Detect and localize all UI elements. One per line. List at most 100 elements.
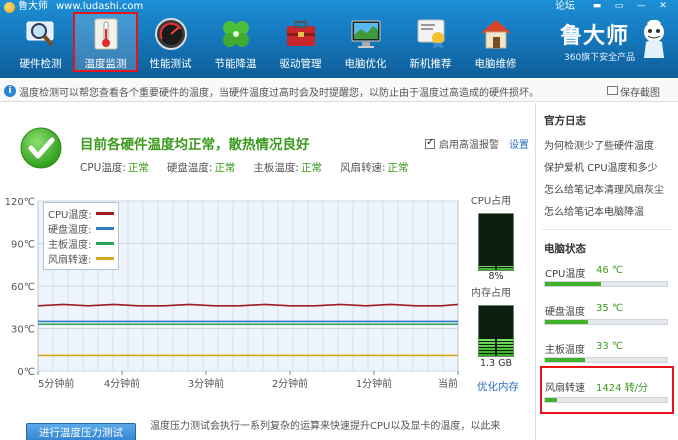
stat-bar-disk xyxy=(544,319,668,325)
log-link[interactable]: 怎么给笔记本电脑降温 xyxy=(544,203,644,218)
log-link[interactable]: 为何检测少了些硬件温度 xyxy=(544,137,654,152)
monitor-icon xyxy=(348,16,384,52)
window-controls: ▬ ▭ — ✕ xyxy=(588,1,672,12)
stat-label-board: 主板温度 xyxy=(545,345,585,356)
chart-legend: CPU温度: 硬盘温度: 主板温度: 风扇转速: xyxy=(43,202,119,270)
memory-usage-value: 1.3 GB xyxy=(479,358,512,369)
nav-label: 硬件检测 xyxy=(19,58,62,70)
nav-label: 电脑维修 xyxy=(474,58,517,70)
right-sidebar: 官方日志 为何检测少了些硬件温度 保护爱机 CPU温度和多少 怎么给笔记本清理风… xyxy=(535,103,678,440)
legend-swatch xyxy=(96,227,114,230)
brand-subtitle: 360旗下安全产品 xyxy=(564,53,636,63)
brand-name: 鲁大师 xyxy=(560,23,630,49)
optimize-memory-link[interactable]: 优化内存 xyxy=(477,379,519,394)
close-button[interactable]: ✕ xyxy=(654,1,672,12)
divider xyxy=(542,229,672,230)
stat-label-disk: 硬盘温度 xyxy=(545,307,585,318)
legend-item-cpu: CPU温度: xyxy=(48,206,114,221)
stat-bar-fill xyxy=(545,398,558,402)
nav-label: 温度监测 xyxy=(84,58,127,70)
minimize-button[interactable]: — xyxy=(632,1,650,12)
forum-link[interactable]: 论坛 xyxy=(555,0,575,13)
high-temp-alarm-toggle[interactable]: 启用高温报警 xyxy=(425,136,499,151)
cpu-usage-value: 8% xyxy=(488,271,504,282)
status-value-fan: 正常 xyxy=(387,162,409,174)
legend-swatch xyxy=(96,242,114,245)
stat-bar-fill xyxy=(545,358,586,362)
pc-status-title: 电脑状态 xyxy=(544,243,586,255)
y-tick-label: 0℃ xyxy=(17,367,35,378)
alarm-settings-link[interactable]: 设置 xyxy=(509,136,529,151)
nav-label: 新机推荐 xyxy=(409,58,452,70)
nav-label: 驱动管理 xyxy=(279,58,322,70)
official-log-title: 官方日志 xyxy=(544,115,586,127)
award-icon xyxy=(413,16,449,52)
stat-bar-board xyxy=(544,357,668,363)
nav-label: 性能测试 xyxy=(149,58,192,70)
x-tick-label: 2分钟前 xyxy=(272,377,308,390)
nav-pc-repair[interactable]: 电脑维修 xyxy=(463,12,528,72)
save-screenshot-link[interactable]: 保存截图 xyxy=(620,84,660,99)
house-icon xyxy=(478,16,514,52)
toolbox-icon xyxy=(283,16,319,52)
legend-label: 硬盘温度: xyxy=(48,225,92,236)
y-tick-label: 90℃ xyxy=(11,240,35,251)
x-tick-label: 5分钟前 xyxy=(38,377,74,390)
nav-hardware-detect[interactable]: 硬件检测 xyxy=(8,12,73,72)
magnifier-icon xyxy=(23,16,59,52)
nav-driver-management[interactable]: 驱动管理 xyxy=(268,12,333,72)
nav-new-pc-recommend[interactable]: 新机推荐 xyxy=(398,12,463,72)
memory-usage-meter xyxy=(478,305,514,357)
cpu-usage-panel: CPU占用 8% xyxy=(462,195,520,285)
nav-pc-optimize[interactable]: 电脑优化 xyxy=(333,12,398,72)
legend-item-fan: 风扇转速: xyxy=(48,251,114,266)
status-summary: CPU温度: 正常 硬盘温度: 正常 主板温度: 正常 风扇转速: 正常 xyxy=(80,160,427,175)
status-key-cpu: CPU温度: xyxy=(80,162,126,174)
memory-usage-title: 内存占用 xyxy=(471,288,511,299)
screenshot-icon[interactable] xyxy=(607,86,618,95)
app-header: 鲁大师 www.ludashi.com 论坛 ▬ ▭ — ✕ 硬件检测 温度监测 xyxy=(0,0,678,78)
check-circle-icon xyxy=(20,127,62,169)
legend-item-disk: 硬盘温度: xyxy=(48,221,114,236)
skin-button[interactable]: ▬ xyxy=(588,1,606,12)
log-link[interactable]: 怎么给笔记本清理风扇灰尘 xyxy=(544,181,664,196)
stat-value-board: 33 ℃ xyxy=(596,341,624,352)
y-tick-label: 30℃ xyxy=(11,325,35,336)
stat-value-disk: 35 ℃ xyxy=(596,303,624,314)
stat-bar-fan xyxy=(544,397,668,403)
stat-value-cpu: 46 ℃ xyxy=(596,265,624,276)
alarm-checkbox[interactable] xyxy=(425,137,435,149)
nav-performance-test[interactable]: 性能测试 xyxy=(138,12,203,72)
legend-label: 风扇转速: xyxy=(48,255,92,266)
info-icon: i xyxy=(4,85,16,97)
stat-bar-cpu xyxy=(544,281,668,287)
stat-bar-fill xyxy=(545,282,602,286)
legend-label: CPU温度: xyxy=(48,210,92,221)
info-bar: i 温度检测可以帮您查看各个重要硬件的温度，当硬件温度过高时会及时提醒您，以防止… xyxy=(0,80,678,102)
stress-test-description: 温度压力测试会执行一系列复杂的运算来快速提升CPU以及显卡的温度，以此来 xyxy=(150,421,501,432)
info-text: 温度检测可以帮您查看各个重要硬件的温度，当硬件温度过高时会及时提醒您，以防止由于… xyxy=(19,88,539,99)
nav-temperature-monitor[interactable]: 温度监测 xyxy=(73,12,138,72)
nav-label: 节能降温 xyxy=(214,58,257,70)
legend-swatch xyxy=(96,257,114,260)
y-tick-label: 120℃ xyxy=(5,197,35,208)
legend-label: 主板温度: xyxy=(48,240,92,251)
nav-energy-saving[interactable]: 节能降温 xyxy=(203,12,268,72)
status-value-board: 正常 xyxy=(300,162,322,174)
mascot-icon xyxy=(638,19,670,60)
cpu-meter-grid xyxy=(479,214,513,270)
stat-label-fan: 风扇转速 xyxy=(545,383,585,394)
status-key-board: 主板温度: xyxy=(253,162,299,174)
log-link[interactable]: 保护爱机 CPU温度和多少 xyxy=(544,159,658,174)
memory-meter-grid xyxy=(479,306,513,356)
nav-label: 电脑优化 xyxy=(344,58,387,70)
cpu-usage-title: CPU占用 xyxy=(470,196,512,207)
status-key-fan: 风扇转速: xyxy=(339,162,386,174)
alarm-label: 启用高温报警 xyxy=(439,140,499,151)
status-value-cpu: 正常 xyxy=(127,162,149,174)
x-tick-label: 4分钟前 xyxy=(104,377,140,390)
stress-test-button[interactable]: 进行温度压力测试 xyxy=(26,423,136,440)
memory-usage-panel: 内存占用 1.3 GB xyxy=(462,287,520,372)
status-value-disk: 正常 xyxy=(214,162,236,174)
menu-button[interactable]: ▭ xyxy=(610,1,628,12)
